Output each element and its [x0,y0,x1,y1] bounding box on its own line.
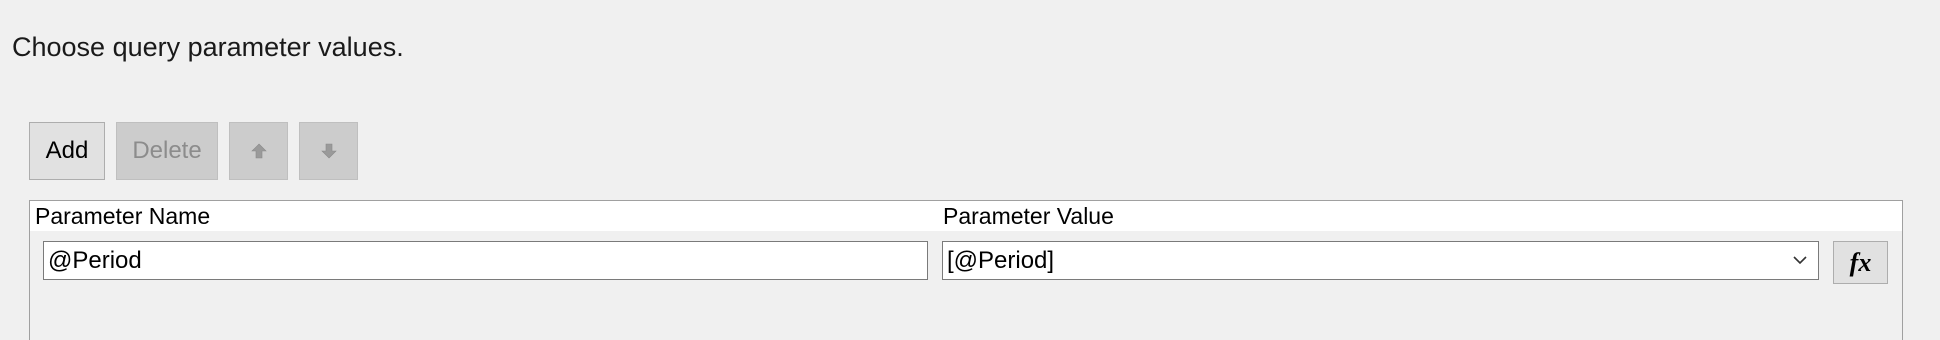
parameter-value-text: [@Period] [947,246,1055,274]
add-button[interactable]: Add [29,122,105,180]
arrow-down-icon [320,143,337,159]
move-up-button[interactable] [229,122,288,180]
chevron-down-icon[interactable] [1782,242,1818,279]
parameter-name-input[interactable] [43,241,928,280]
parameter-value-combobox[interactable]: [@Period] [942,241,1819,280]
arrow-up-icon [250,143,267,159]
column-header-parameter-value: Parameter Value [943,203,1114,229]
expression-button[interactable]: fx [1833,241,1888,284]
parameter-grid: Parameter Name Parameter Value [@Period]… [29,200,1903,340]
query-parameters-page: Choose query parameter values. Add Delet… [0,0,1940,340]
parameter-toolbar: Add Delete [29,122,358,180]
delete-button[interactable]: Delete [116,122,218,180]
grid-header: Parameter Name Parameter Value [30,201,1902,231]
function-fx-icon: fx [1849,247,1872,277]
instruction-text: Choose query parameter values. [12,32,404,62]
move-down-button[interactable] [299,122,358,180]
column-header-parameter-name: Parameter Name [35,203,211,229]
